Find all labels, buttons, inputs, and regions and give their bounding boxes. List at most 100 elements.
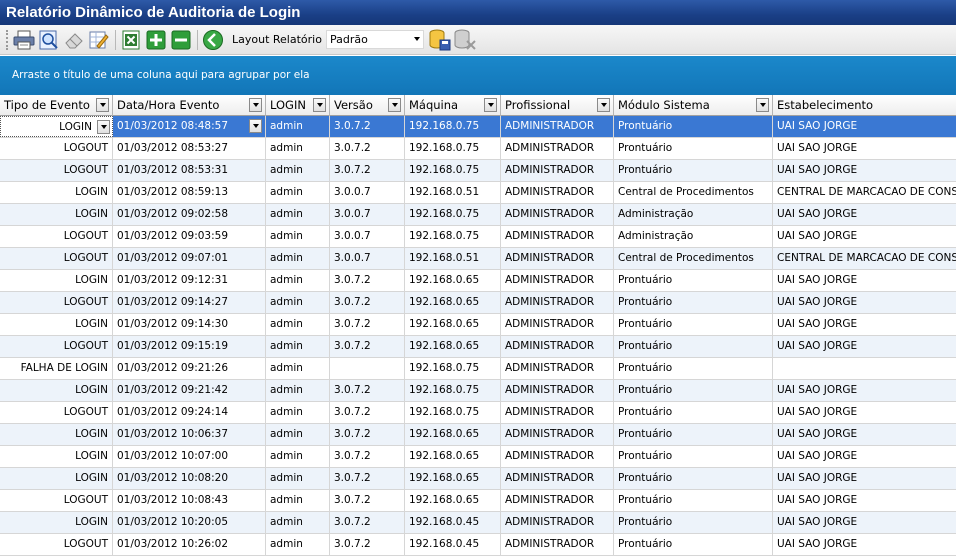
cell-versao[interactable]: 3.0.7.2 [330, 446, 405, 467]
print-button[interactable] [12, 28, 36, 52]
cell-profissional[interactable]: ADMINISTRADOR [501, 512, 614, 533]
column-header-maquina[interactable]: Máquina [405, 95, 501, 116]
cell-profissional[interactable]: ADMINISTRADOR [501, 226, 614, 247]
cell-versao[interactable]: 3.0.0.7 [330, 204, 405, 225]
cell-data-hora[interactable]: 01/03/2012 08:53:31 [113, 160, 266, 181]
cell-modulo[interactable]: Prontuário [614, 314, 773, 335]
table-row[interactable]: LOGIN 01/03/2012 08:59:13 admin 3.0.0.7 … [0, 182, 956, 204]
table-row[interactable]: LOGIN 01/03/2012 10:06:37 admin 3.0.7.2 … [0, 424, 956, 446]
cell-tipo-evento[interactable]: LOGOUT [0, 292, 113, 313]
cell-data-hora[interactable]: 01/03/2012 09:14:30 [113, 314, 266, 335]
delete-layout-button[interactable] [453, 28, 477, 52]
cell-versao[interactable]: 3.0.7.2 [330, 292, 405, 313]
cell-login[interactable]: admin [266, 160, 330, 181]
cell-login[interactable]: admin [266, 292, 330, 313]
cell-modulo[interactable]: Prontuário [614, 512, 773, 533]
table-row[interactable]: LOGOUT 01/03/2012 09:03:59 admin 3.0.0.7… [0, 226, 956, 248]
print-preview-button[interactable] [37, 28, 61, 52]
cell-profissional[interactable]: ADMINISTRADOR [501, 534, 614, 555]
cell-estabelecimento[interactable]: UAI SAO JORGE [773, 270, 956, 291]
cell-dropdown-button[interactable] [97, 120, 110, 134]
cell-data-hora[interactable]: 01/03/2012 09:24:14 [113, 402, 266, 423]
cell-modulo[interactable]: Prontuário [614, 402, 773, 423]
cell-login[interactable]: admin [266, 226, 330, 247]
toolbar-grip[interactable] [6, 29, 9, 50]
column-header-estabelecimento[interactable]: Estabelecimento [773, 95, 956, 116]
save-layout-button[interactable] [428, 28, 452, 52]
back-button[interactable] [201, 28, 225, 52]
cell-data-hora[interactable]: 01/03/2012 10:08:43 [113, 490, 266, 511]
cell-login[interactable]: admin [266, 534, 330, 555]
cell-maquina[interactable]: 192.168.0.65 [405, 468, 501, 489]
table-row[interactable]: LOGIN 01/03/2012 09:14:30 admin 3.0.7.2 … [0, 314, 956, 336]
cell-tipo-evento[interactable]: LOGIN [0, 314, 113, 335]
cell-profissional[interactable]: ADMINISTRADOR [501, 138, 614, 159]
cell-maquina[interactable]: 192.168.0.75 [405, 204, 501, 225]
column-header-tipo-evento[interactable]: Tipo de Evento [0, 95, 113, 116]
cell-login[interactable]: admin [266, 116, 330, 137]
cell-login[interactable]: admin [266, 358, 330, 379]
cell-tipo-evento[interactable]: LOGOUT [0, 160, 113, 181]
cell-tipo-evento[interactable]: LOGOUT [0, 534, 113, 555]
cell-versao[interactable]: 3.0.7.2 [330, 490, 405, 511]
filter-dropdown-button[interactable] [96, 98, 109, 112]
cell-estabelecimento[interactable]: UAI SAO JORGE [773, 402, 956, 423]
table-row[interactable]: LOGIN 01/03/2012 09:12:31 admin 3.0.7.2 … [0, 270, 956, 292]
cell-modulo[interactable]: Central de Procedimentos [614, 248, 773, 269]
cell-profissional[interactable]: ADMINISTRADOR [501, 402, 614, 423]
cell-versao[interactable]: 3.0.7.2 [330, 270, 405, 291]
cell-versao[interactable]: 3.0.0.7 [330, 248, 405, 269]
cell-login[interactable]: admin [266, 204, 330, 225]
table-row[interactable]: LOGIN 01/03/2012 08:48:57 admin 3.0.7.2 … [0, 116, 956, 138]
cell-tipo-evento[interactable]: LOGOUT [0, 138, 113, 159]
cell-modulo[interactable]: Prontuário [614, 380, 773, 401]
filter-dropdown-button[interactable] [597, 98, 610, 112]
cell-data-hora[interactable]: 01/03/2012 08:53:27 [113, 138, 266, 159]
cell-login[interactable]: admin [266, 490, 330, 511]
cell-login[interactable]: admin [266, 314, 330, 335]
cell-data-hora[interactable]: 01/03/2012 09:03:59 [113, 226, 266, 247]
cell-maquina[interactable]: 192.168.0.45 [405, 512, 501, 533]
cell-estabelecimento[interactable]: UAI SAO JORGE [773, 138, 956, 159]
cell-login[interactable]: admin [266, 270, 330, 291]
cell-estabelecimento[interactable]: UAI SAO JORGE [773, 490, 956, 511]
cell-modulo[interactable]: Prontuário [614, 534, 773, 555]
cell-estabelecimento[interactable]: UAI SAO JORGE [773, 446, 956, 467]
cell-profissional[interactable]: ADMINISTRADOR [501, 424, 614, 445]
cell-tipo-evento[interactable]: LOGIN [0, 116, 113, 137]
audit-grid[interactable]: LOGIN 01/03/2012 08:48:57 admin 3.0.7.2 … [0, 116, 956, 558]
filter-dropdown-button[interactable] [249, 98, 262, 112]
cell-estabelecimento[interactable]: UAI SAO JORGE [773, 380, 956, 401]
table-row[interactable]: LOGIN 01/03/2012 09:02:58 admin 3.0.0.7 … [0, 204, 956, 226]
cell-tipo-evento[interactable]: LOGOUT [0, 490, 113, 511]
cell-login[interactable]: admin [266, 402, 330, 423]
cell-tipo-evento[interactable]: LOGIN [0, 270, 113, 291]
cell-estabelecimento[interactable]: UAI SAO JORGE [773, 160, 956, 181]
cell-maquina[interactable]: 192.168.0.75 [405, 116, 501, 137]
cell-modulo[interactable]: Administração [614, 204, 773, 225]
cell-tipo-evento[interactable]: LOGIN [0, 380, 113, 401]
cell-versao[interactable]: 3.0.7.2 [330, 468, 405, 489]
cell-modulo[interactable]: Prontuário [614, 490, 773, 511]
cell-maquina[interactable]: 192.168.0.75 [405, 358, 501, 379]
cell-login[interactable]: admin [266, 380, 330, 401]
cell-estabelecimento[interactable]: UAI SAO JORGE [773, 204, 956, 225]
cell-maquina[interactable]: 192.168.0.75 [405, 226, 501, 247]
cell-login[interactable]: admin [266, 182, 330, 203]
cell-tipo-evento[interactable]: LOGIN [0, 204, 113, 225]
cell-modulo[interactable]: Prontuário [614, 424, 773, 445]
cell-estabelecimento[interactable]: UAI SAO JORGE [773, 226, 956, 247]
table-row[interactable]: LOGIN 01/03/2012 09:21:42 admin 3.0.7.2 … [0, 380, 956, 402]
table-row[interactable]: LOGOUT 01/03/2012 09:14:27 admin 3.0.7.2… [0, 292, 956, 314]
cell-profissional[interactable]: ADMINISTRADOR [501, 380, 614, 401]
cell-profissional[interactable]: ADMINISTRADOR [501, 336, 614, 357]
table-row[interactable]: LOGIN 01/03/2012 10:08:20 admin 3.0.7.2 … [0, 468, 956, 490]
cell-modulo[interactable]: Prontuário [614, 116, 773, 137]
cell-maquina[interactable]: 192.168.0.45 [405, 534, 501, 555]
cell-profissional[interactable]: ADMINISTRADOR [501, 292, 614, 313]
cell-versao[interactable]: 3.0.7.2 [330, 402, 405, 423]
cell-tipo-evento[interactable]: FALHA DE LOGIN [0, 358, 113, 379]
column-header-versao[interactable]: Versão [330, 95, 405, 116]
cell-login[interactable]: admin [266, 248, 330, 269]
cell-estabelecimento[interactable]: CENTRAL DE MARCACAO DE CONSULT [773, 182, 956, 203]
